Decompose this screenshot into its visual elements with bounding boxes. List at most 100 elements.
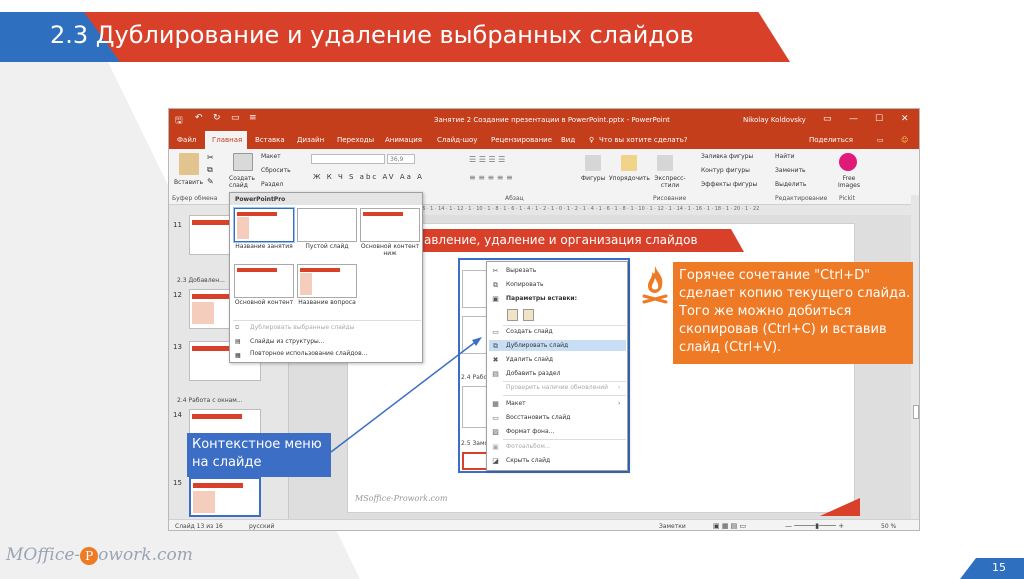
reset-button[interactable]: Сбросить bbox=[261, 167, 291, 174]
slide-context-menu: ✂ Вырезать ⧉ Копировать ▣ Параметры вста… bbox=[486, 261, 628, 471]
inner-slide-title: авление, удаление и организация слайдов bbox=[424, 233, 698, 247]
reset-slide-menu-item[interactable]: Восстановить слайд bbox=[506, 414, 570, 421]
section-header-2-4[interactable]: 2.4 Работа с окнам... bbox=[177, 397, 243, 404]
tab-insert[interactable]: Вставка bbox=[255, 136, 285, 144]
layout-main-content[interactable] bbox=[234, 264, 294, 298]
slides-from-outline-menu-item[interactable]: Слайды из структуры... bbox=[250, 338, 324, 345]
status-bar: Слайд 13 из 16 русский Заметки ▣ ▦ ▤ ▭ —… bbox=[169, 519, 919, 530]
zoom-level[interactable]: 50 % bbox=[881, 523, 896, 530]
find-button[interactable]: Найти bbox=[775, 153, 794, 160]
smiley-icon[interactable]: ☺ bbox=[901, 136, 908, 144]
paste-keep-source-icon[interactable] bbox=[523, 309, 534, 321]
shape-outline-button[interactable]: Контур фигуры bbox=[701, 167, 750, 174]
quick-styles-icon[interactable] bbox=[657, 155, 673, 171]
undo-icon[interactable]: ↶ bbox=[195, 113, 203, 123]
page-number: 15 bbox=[992, 561, 1006, 574]
tab-animations[interactable]: Анимация bbox=[385, 136, 422, 144]
photo-album-menu-item[interactable]: Фотоальбом... bbox=[506, 443, 551, 450]
tell-me-search[interactable]: Что вы хотите сделать? bbox=[599, 136, 688, 144]
group-paragraph-label: Абзац bbox=[505, 195, 524, 202]
paste-button[interactable]: Вставить bbox=[174, 179, 203, 186]
hide-slide-menu-item[interactable]: Скрыть слайд bbox=[506, 457, 550, 464]
paste-use-destination-icon[interactable] bbox=[507, 309, 518, 321]
tab-home[interactable]: Главная bbox=[205, 131, 247, 149]
layout-label: Пустой слайд bbox=[305, 243, 349, 250]
slide-thumbnail-15[interactable] bbox=[189, 477, 261, 517]
cut-icon[interactable]: ✂ bbox=[207, 153, 214, 162]
layout-blank[interactable] bbox=[297, 208, 357, 242]
section-button[interactable]: Раздел bbox=[261, 181, 283, 188]
tab-transitions[interactable]: Переходы bbox=[337, 136, 374, 144]
minimize-icon[interactable]: — bbox=[849, 114, 858, 124]
font-size-combo[interactable]: 36,9 bbox=[387, 154, 415, 164]
slide-title: 2.3 Дублирование и удаление выбранных сл… bbox=[50, 21, 694, 49]
save-icon[interactable]: 🖫 bbox=[175, 113, 183, 129]
arrange-button[interactable]: Упорядочить bbox=[609, 175, 650, 182]
customize-qat-icon[interactable]: ≡ bbox=[249, 113, 257, 123]
layout-main-content-bottom[interactable] bbox=[360, 208, 420, 242]
reset-slide-icon: ▭ bbox=[492, 414, 499, 422]
duplicate-icon: ⧉ bbox=[235, 324, 240, 331]
language[interactable]: русский bbox=[249, 523, 274, 530]
thumb-number: 11 bbox=[173, 221, 182, 229]
tab-review[interactable]: Рецензирование bbox=[491, 136, 552, 144]
font-format-buttons[interactable]: Ж К Ч S abc AV Aa A bbox=[313, 173, 424, 181]
free-images-button[interactable]: Free Images bbox=[835, 175, 863, 189]
arrange-icon[interactable] bbox=[621, 155, 637, 171]
copy-menu-item[interactable]: Копировать bbox=[506, 281, 543, 288]
shape-effects-button[interactable]: Эффекты фигуры bbox=[701, 181, 757, 188]
list-buttons[interactable]: ☰ ☰ ☰ ☰ bbox=[469, 155, 505, 164]
duplicate-selected-menu-item[interactable]: Дублировать выбранные слайды bbox=[250, 324, 355, 331]
duplicate-slide-menu-item[interactable]: Дублировать слайд bbox=[506, 342, 568, 349]
new-slide-button[interactable]: Создать слайд bbox=[229, 175, 257, 189]
pickit-icon[interactable] bbox=[839, 153, 857, 171]
view-buttons[interactable]: ▣ ▦ ▤ ▭ bbox=[713, 522, 746, 530]
user-name[interactable]: Nikolay Koldovsky bbox=[743, 116, 806, 124]
tab-slideshow[interactable]: Слайд-шоу bbox=[437, 136, 477, 144]
paste-icon[interactable] bbox=[179, 153, 199, 175]
hide-slide-icon: ◪ bbox=[492, 457, 499, 465]
quick-styles-button[interactable]: Экспресс-стили bbox=[653, 175, 687, 189]
format-background-menu-item[interactable]: Формат фона... bbox=[506, 428, 554, 435]
align-buttons[interactable]: ≡ ≡ ≡ ≡ ≡ bbox=[469, 173, 513, 182]
layout-button[interactable]: Макет bbox=[261, 153, 281, 160]
share-button[interactable]: Поделиться bbox=[809, 136, 853, 144]
add-section-menu-item[interactable]: Добавить раздел bbox=[506, 370, 560, 377]
tab-file[interactable]: Файл bbox=[177, 136, 196, 144]
new-slide-menu-item[interactable]: Создать слайд bbox=[506, 328, 553, 335]
check-updates-menu-item[interactable]: Проверить наличие обновлений bbox=[506, 384, 608, 391]
notes-button[interactable]: Заметки bbox=[659, 523, 686, 530]
maximize-icon[interactable]: ☐ bbox=[875, 114, 883, 124]
close-icon[interactable]: ✕ bbox=[901, 114, 909, 124]
copy-icon[interactable]: ⧉ bbox=[207, 165, 213, 175]
tab-view[interactable]: Вид bbox=[561, 136, 575, 144]
section-header-2-3[interactable]: 2.3 Добавлен... bbox=[177, 277, 225, 284]
layout-question-title[interactable] bbox=[297, 264, 357, 298]
replace-button[interactable]: Заменить bbox=[775, 167, 806, 174]
shapes-icon[interactable] bbox=[585, 155, 601, 171]
thumb-number: 14 bbox=[173, 411, 182, 419]
select-button[interactable]: Выделить bbox=[775, 181, 806, 188]
reuse-slides-menu-item[interactable]: Повторное использование слайдов... bbox=[250, 350, 367, 357]
slide-count: Слайд 13 из 16 bbox=[175, 523, 223, 530]
zoom-slider[interactable]: — ─────▮──── + bbox=[785, 522, 844, 530]
delete-slide-icon: ✖ bbox=[492, 356, 499, 364]
window-title: Занятие 2 Создание презентации в PowerPo… bbox=[434, 116, 670, 124]
new-slide-icon[interactable] bbox=[233, 153, 253, 171]
redo-icon[interactable]: ↻ bbox=[213, 113, 221, 123]
delete-slide-menu-item[interactable]: Удалить слайд bbox=[506, 356, 553, 363]
format-painter-icon[interactable]: ✎ bbox=[207, 177, 214, 186]
layout-title-lesson[interactable] bbox=[234, 208, 294, 242]
font-name-combo[interactable] bbox=[311, 154, 385, 164]
layout-menu-item[interactable]: Макет bbox=[506, 400, 526, 407]
separator bbox=[233, 320, 421, 321]
comments-icon[interactable]: ▭ bbox=[877, 136, 884, 144]
tab-design[interactable]: Дизайн bbox=[297, 136, 324, 144]
shapes-button[interactable]: Фигуры bbox=[581, 175, 605, 182]
duplicate-slide-icon: ⧉ bbox=[493, 342, 498, 350]
ribbon-display-icon[interactable]: ▭ bbox=[823, 114, 832, 124]
shape-fill-button[interactable]: Заливка фигуры bbox=[701, 153, 753, 160]
start-slideshow-icon[interactable]: ▭ bbox=[231, 113, 240, 123]
cut-menu-item[interactable]: Вырезать bbox=[506, 267, 536, 274]
scroll-thumb[interactable] bbox=[913, 405, 919, 419]
